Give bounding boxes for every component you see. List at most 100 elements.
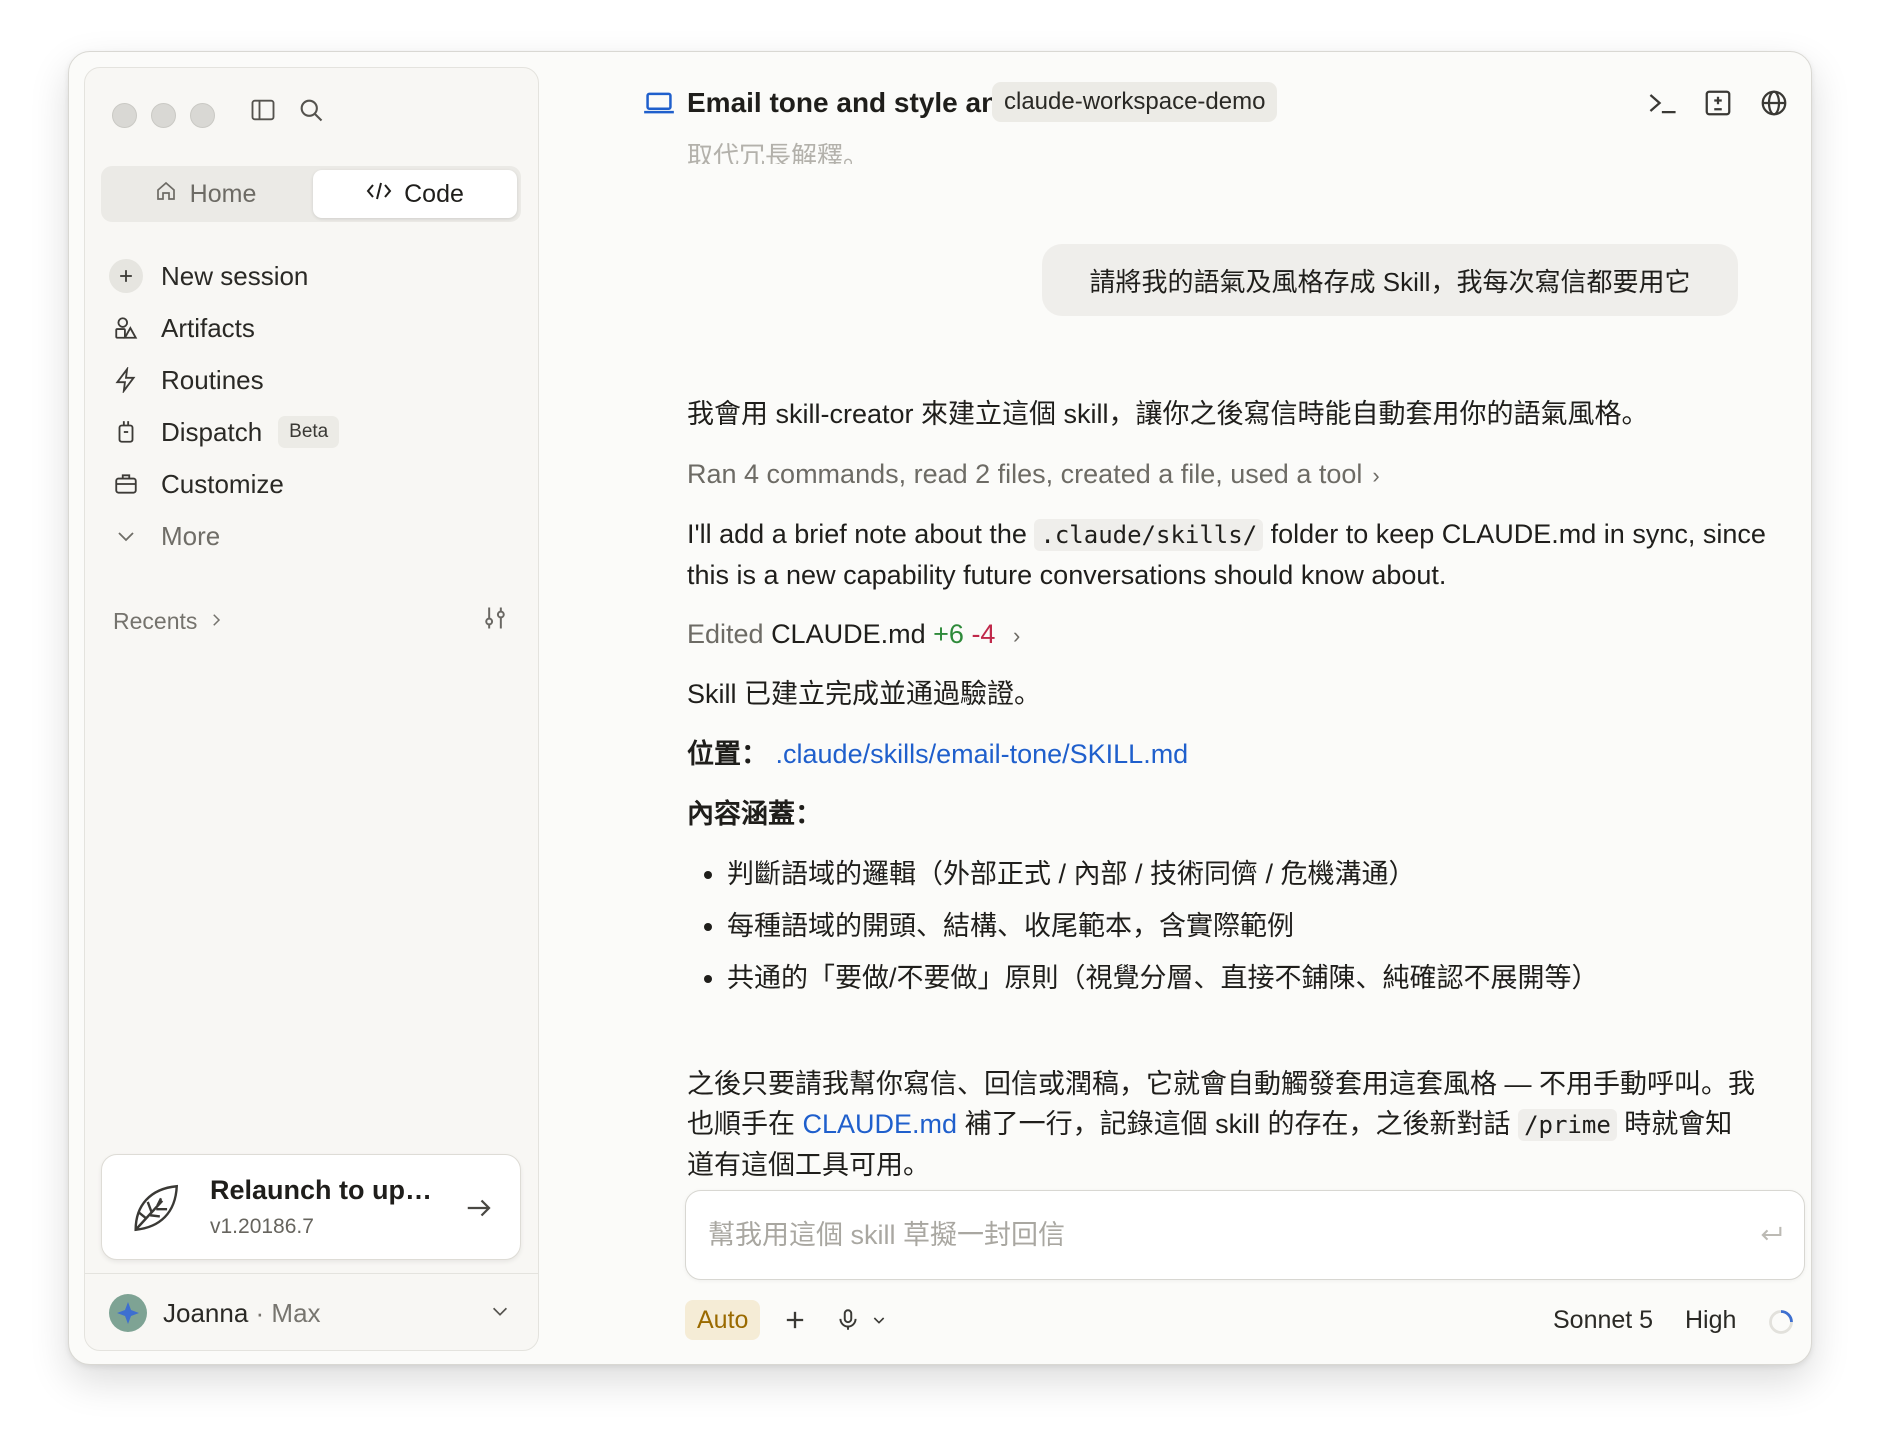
mic-icon[interactable]	[835, 1306, 861, 1339]
chevron-down-icon	[489, 1300, 511, 1327]
enter-icon[interactable]	[1756, 1221, 1786, 1254]
closing-text: 也順手在	[687, 1109, 803, 1139]
spinner-icon	[1767, 1308, 1795, 1341]
sidebar-item-label: New session	[161, 260, 309, 291]
composer-toolbar: Auto Sonnet 5 High	[685, 1300, 1803, 1344]
briefcase-icon	[111, 469, 141, 499]
app-window: Home Code New session Artifacts Routines…	[68, 51, 1812, 1365]
sidebar-item-label: Artifacts	[161, 312, 255, 343]
mode-switcher: Home Code	[101, 166, 521, 222]
sidebar-item-artifacts[interactable]: Artifacts	[111, 302, 511, 354]
tool-summary-text: Ran 4 commands, read 2 files, created a …	[687, 459, 1363, 489]
sidebar-toggle-icon[interactable]	[249, 96, 277, 129]
sidebar: Home Code New session Artifacts Routines…	[84, 67, 539, 1351]
home-icon	[154, 179, 178, 210]
sidebar-item-more[interactable]: More	[111, 510, 511, 562]
chevron-right-icon: ›	[1372, 463, 1380, 488]
sidebar-item-routines[interactable]: Routines	[111, 354, 511, 406]
dispatch-icon	[111, 417, 141, 447]
edit-file: CLAUDE.md	[771, 619, 926, 649]
closing-line-1: 之後只要請我幫你寫信、回信或潤稿，它就會自動觸發套用這套風格 — 不用手動呼叫。…	[687, 1069, 1756, 1099]
update-title: Relaunch to up…	[210, 1175, 432, 1205]
bolt-icon	[111, 365, 141, 395]
window-close-button[interactable]	[112, 103, 137, 128]
avatar	[109, 1294, 147, 1332]
update-version: v1.20186.7	[210, 1215, 314, 1238]
code-icon	[366, 179, 392, 210]
recents-header[interactable]: Recents	[113, 608, 225, 635]
closing-text: 時就會知	[1616, 1109, 1733, 1139]
user-message-bubble: 請將我的語氣及風格存成 Skill，我每次寫信都要用它	[1042, 244, 1738, 316]
user-plan: Max	[271, 1298, 321, 1328]
location-label: 位置：	[687, 739, 768, 769]
user-name-line: Joanna · Max	[163, 1298, 321, 1329]
inline-code: .claude/skills/	[1034, 519, 1264, 551]
effort-selector[interactable]: High	[1685, 1306, 1736, 1335]
globe-icon[interactable]	[1759, 88, 1789, 123]
note-text-pre: I'll add a brief note about the	[687, 519, 1035, 549]
diff-removed-count: -4	[971, 619, 996, 649]
tab-code[interactable]: Code	[313, 170, 517, 218]
claude-md-link[interactable]: CLAUDE.md	[803, 1109, 958, 1139]
list-item: 判斷語域的邏輯（外部正式 / 內部 / 技術同儕 / 危機溝通）	[727, 848, 1599, 900]
chevron-down-icon	[111, 521, 141, 551]
chevron-right-icon: ›	[1012, 623, 1021, 648]
artifacts-icon	[111, 313, 141, 343]
tool-summary[interactable]: Ran 4 commands, read 2 files, created a …	[687, 454, 1767, 496]
closing-line-2: 也順手在 CLAUDE.md 補了一行，記錄這個 skill 的存在，之後新對話…	[687, 1104, 1787, 1145]
plus-icon	[109, 259, 143, 293]
user-menu[interactable]: Joanna · Max	[85, 1273, 538, 1348]
skill-file-link[interactable]: .claude/skills/email-tone/SKILL.md	[776, 739, 1189, 769]
terminal-icon[interactable]	[1647, 88, 1679, 123]
mode-auto-chip[interactable]: Auto	[685, 1300, 761, 1340]
arrow-right-icon	[464, 1193, 494, 1228]
edit-summary[interactable]: Edited CLAUDE.md +6 -4 ›	[687, 614, 1767, 656]
model-selector[interactable]: Sonnet 5	[1553, 1306, 1653, 1335]
chevron-down-icon[interactable]	[871, 1312, 887, 1333]
composer	[685, 1190, 1805, 1280]
sidebar-item-label: More	[161, 520, 221, 551]
assistant-closing: 之後只要請我幫你寫信、回信或潤稿，它就會自動觸發套用這套風格 — 不用手動呼叫。…	[687, 1064, 1787, 1185]
chevron-right-icon	[207, 608, 225, 635]
diff-icon[interactable]	[1703, 88, 1733, 123]
recents-label: Recents	[113, 608, 198, 634]
assistant-intro: 我會用 skill-creator 來建立這個 skill，讓你之後寫信時能自動…	[687, 399, 1649, 429]
inline-code: /prime	[1518, 1109, 1617, 1141]
diff-added-count: +6	[933, 619, 964, 649]
sidebar-nav: New session Artifacts Routines Dispatch	[109, 250, 511, 562]
skill-done-text: Skill 已建立完成並通過驗證。	[687, 679, 1042, 709]
leaf-icon	[126, 1179, 184, 1242]
faded-previous-text: 取代冗長解釋。	[687, 141, 870, 164]
laptop-icon	[643, 88, 675, 123]
beta-badge: Beta	[278, 416, 340, 448]
tab-code-label: Code	[404, 179, 464, 208]
workspace-badge[interactable]: claude-workspace-demo	[992, 82, 1278, 122]
update-card[interactable]: Relaunch to up… v1.20186.7	[101, 1154, 521, 1260]
closing-text: 補了一行，記錄這個 skill 的存在，之後新對話	[957, 1109, 1519, 1139]
sliders-icon[interactable]	[481, 604, 509, 637]
window-maximize-button[interactable]	[190, 103, 215, 128]
main-panel: Email tone and style analysis claude-wor…	[539, 52, 1811, 1364]
sidebar-item-new-session[interactable]: New session	[109, 250, 511, 302]
sidebar-item-label: Routines	[161, 364, 264, 395]
plus-icon[interactable]	[781, 1306, 809, 1339]
window-minimize-button[interactable]	[151, 103, 176, 128]
user-separator: ·	[248, 1298, 272, 1328]
assistant-note: I'll add a brief note about the .claude/…	[687, 514, 1767, 595]
sidebar-item-dispatch[interactable]: Dispatch Beta	[111, 406, 511, 458]
list-item: 共通的「要做/不要做」原則（視覺分層、直接不鋪陳、純確認不展開等）	[727, 952, 1599, 1004]
sidebar-item-label: Dispatch	[161, 416, 263, 447]
message-input[interactable]	[706, 1209, 1710, 1261]
sidebar-item-label: Customize	[161, 468, 284, 499]
tab-home[interactable]: Home	[105, 170, 305, 218]
tab-home-label: Home	[189, 179, 257, 208]
user-message-text: 請將我的語氣及風格存成 Skill，我每次寫信都要用它	[1089, 266, 1691, 297]
contents-list: 判斷語域的邏輯（外部正式 / 內部 / 技術同儕 / 危機溝通） 每種語域的開頭…	[687, 848, 1599, 1004]
contents-label: 內容涵蓋：	[687, 799, 822, 829]
list-item: 每種語域的開頭、結構、收尾範本，含實際範例	[727, 900, 1599, 952]
search-icon[interactable]	[297, 96, 325, 129]
edit-label: Edited	[687, 619, 772, 649]
user-name: Joanna	[163, 1298, 249, 1328]
sidebar-item-customize[interactable]: Customize	[111, 458, 511, 510]
skill-location: 位置： .claude/skills/email-tone/SKILL.md	[687, 734, 1767, 774]
